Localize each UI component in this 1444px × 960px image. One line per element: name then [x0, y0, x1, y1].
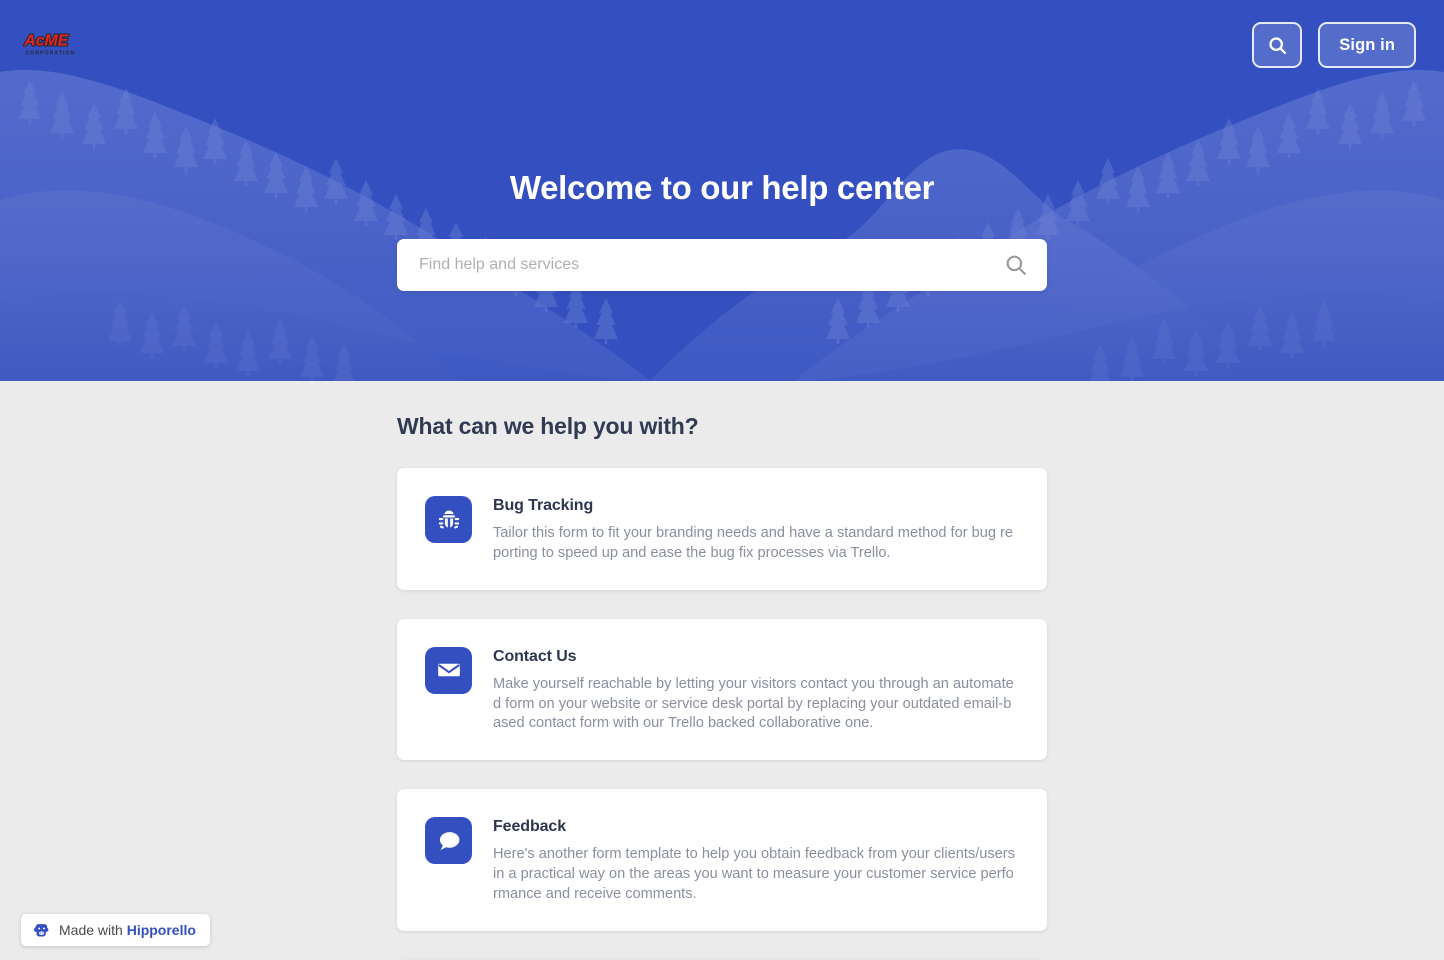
topbar-actions: Sign in — [1252, 22, 1416, 68]
made-with-hipporello-badge[interactable]: Made with Hipporello — [21, 914, 210, 946]
top-navigation-bar: AcME AcME CORPORATION Sign in — [0, 0, 1444, 88]
hipporello-brand-name: Hipporello — [126, 922, 196, 938]
acme-corporation-logo-icon: AcME AcME CORPORATION — [22, 31, 75, 57]
svg-text:CORPORATION: CORPORATION — [25, 51, 75, 57]
made-with-label: Made with Hipporello — [59, 922, 196, 938]
card-body: Contact Us Make yourself reachable by le… — [493, 647, 1017, 735]
hero-content: Welcome to our help center — [0, 168, 1444, 291]
card-title: Feedback — [493, 818, 567, 836]
card-body: Bug Tracking Tailor this form to fit you… — [493, 496, 1017, 564]
search-icon — [1006, 255, 1026, 275]
help-topic-card[interactable]: Contact Us Make yourself reachable by le… — [397, 618, 1047, 761]
card-icon-container — [425, 646, 472, 694]
chat-bubble-icon — [439, 831, 459, 850]
hero-banner: AcME AcME CORPORATION Sign in Welcome to… — [0, 0, 1444, 381]
help-topic-card[interactable]: Bug Tracking Tailor this form to fit you… — [397, 468, 1047, 590]
search-toggle-button[interactable] — [1252, 22, 1303, 68]
svg-text:AcME: AcME — [23, 33, 68, 50]
envelope-icon — [437, 663, 460, 677]
search-input[interactable] — [419, 255, 995, 274]
main-content: What can we help you with? Bug Tracking … — [0, 381, 1444, 960]
hippo-icon — [33, 923, 49, 936]
help-topic-card[interactable]: Feedback Here's another form template to… — [397, 789, 1047, 931]
card-description: Tailor this form to fit your branding ne… — [493, 525, 1014, 561]
card-icon-container — [425, 496, 472, 543]
search-submit-button[interactable] — [1003, 252, 1029, 278]
page-title: Welcome to our help center — [509, 169, 935, 206]
sign-in-button[interactable]: Sign in — [1318, 22, 1416, 68]
bug-icon — [438, 509, 459, 528]
section-title: What can we help you with? — [397, 413, 699, 439]
hero-search-bar[interactable] — [397, 238, 1047, 291]
card-description: Make yourself reachable by letting your … — [493, 675, 1014, 732]
search-icon — [1269, 36, 1286, 54]
brand-logo[interactable]: AcME AcME CORPORATION — [22, 19, 90, 62]
card-title: Contact Us — [493, 647, 577, 665]
made-with-prefix: Made with — [59, 922, 127, 938]
card-icon-container — [425, 817, 472, 865]
help-topics-column: What can we help you with? Bug Tracking … — [397, 413, 1047, 960]
card-description: Here's another form template to help you… — [493, 846, 1015, 902]
card-title: Bug Tracking — [493, 497, 594, 514]
card-body: Feedback Here's another form template to… — [493, 817, 1017, 905]
